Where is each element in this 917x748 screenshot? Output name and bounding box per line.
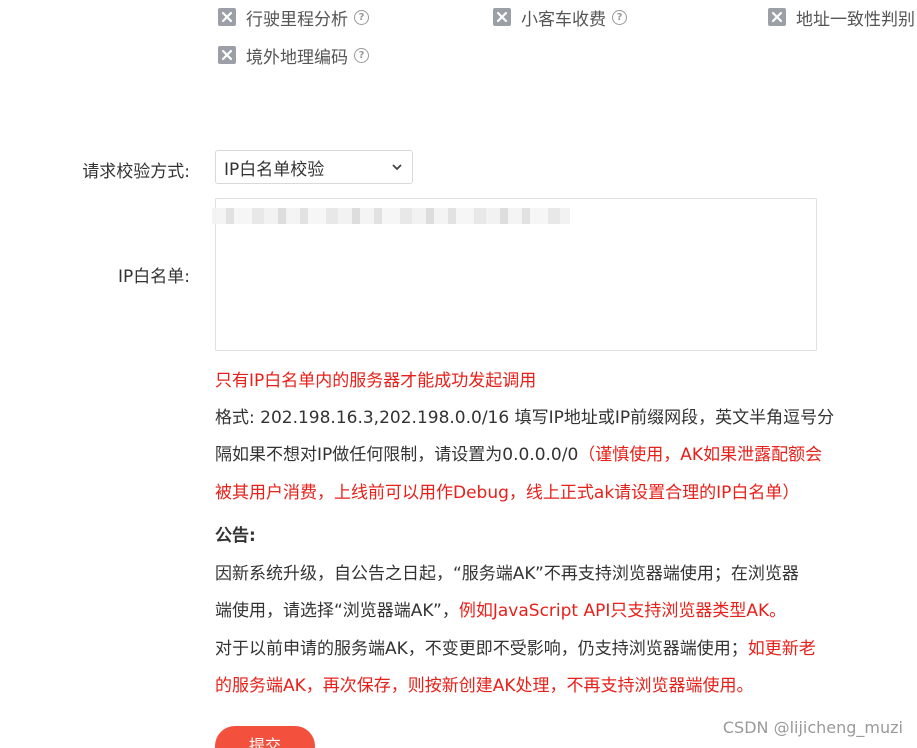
ip-whitelist-label: IP白名单: — [118, 267, 190, 287]
format-line-3-caution: 被其用户消费，上线前可以用作Debug，线上正式ak请设置合理的IP白名单） — [215, 483, 800, 503]
watermark: CSDN @lijicheng_muzi — [722, 718, 903, 737]
announcement-title: 公告: — [215, 526, 256, 546]
format-line-2-caution: （谨慎使用，AK如果泄露配额会 — [578, 445, 823, 465]
service-item-mileage[interactable]: 行驶里程分析 ? — [218, 5, 369, 30]
ak-settings-page: 行驶里程分析 ? 小客车收费 ? 地址一致性判别 境外地理编码 ? 请求校验方式… — [0, 0, 917, 748]
whitelist-warning: 只有IP白名单内的服务器才能成功发起调用 — [215, 371, 537, 391]
format-line-2-text: 隔如果不想对IP做任何限制，请设置为0.0.0.0/0 — [215, 445, 579, 465]
announcement-line-3-text: 对于以前申请的服务端AK，不变更即不受影响，仍支持浏览器端使用； — [215, 639, 748, 659]
checkbox-checked-icon[interactable] — [493, 8, 511, 26]
announcement-line-2-text: 端使用，请选择“浏览器端AK”， — [215, 601, 459, 621]
help-icon[interactable]: ? — [354, 9, 369, 25]
service-item-overseas-geocoding[interactable]: 境外地理编码 ? — [218, 43, 369, 68]
verify-method-label: 请求校验方式: — [82, 162, 190, 182]
announcement-line-1: 因新系统升级，自公告之日起，“服务端AK”不再支持浏览器端使用；在浏览器 — [215, 564, 799, 584]
redacted-ip-content — [212, 208, 570, 224]
format-line-2: 隔如果不想对IP做任何限制，请设置为0.0.0.0/0（谨慎使用，AK如果泄露配… — [215, 440, 822, 465]
service-label: 地址一致性判别 — [796, 9, 915, 30]
help-icon[interactable]: ? — [354, 47, 369, 63]
chevron-down-icon — [392, 164, 402, 171]
announcement-line-2: 端使用，请选择“浏览器端AK”，例如JavaScript API只支持浏览器类型… — [215, 596, 786, 621]
announcement-line-3: 对于以前申请的服务端AK，不变更即不受影响，仍支持浏览器端使用；如更新老 — [215, 634, 816, 659]
verify-method-value: IP白名单校验 — [224, 159, 325, 180]
announcement-line-3-highlight: 如更新老 — [747, 639, 816, 659]
checkbox-checked-icon[interactable] — [218, 46, 236, 64]
service-item-car-toll[interactable]: 小客车收费 ? — [493, 5, 627, 30]
service-item-address-consistency[interactable]: 地址一致性判别 — [768, 5, 917, 30]
verify-method-select[interactable]: IP白名单校验 — [215, 150, 413, 184]
submit-button[interactable]: 提交 — [215, 726, 315, 748]
checkbox-checked-icon[interactable] — [768, 8, 786, 26]
announcement-line-2-highlight: 例如JavaScript API只支持浏览器类型AK。 — [458, 601, 787, 621]
announcement-line-4: 的服务端AK，再次保存，则按新创建AK处理，不再支持浏览器端使用。 — [215, 676, 754, 696]
service-label: 行驶里程分析 — [246, 9, 348, 30]
help-icon[interactable]: ? — [612, 9, 627, 25]
format-line-1: 格式: 202.198.16.3,202.198.0.0/16 填写IP地址或I… — [215, 408, 835, 428]
checkbox-checked-icon[interactable] — [218, 8, 236, 26]
service-label: 小客车收费 — [521, 9, 606, 30]
service-label: 境外地理编码 — [246, 47, 348, 68]
